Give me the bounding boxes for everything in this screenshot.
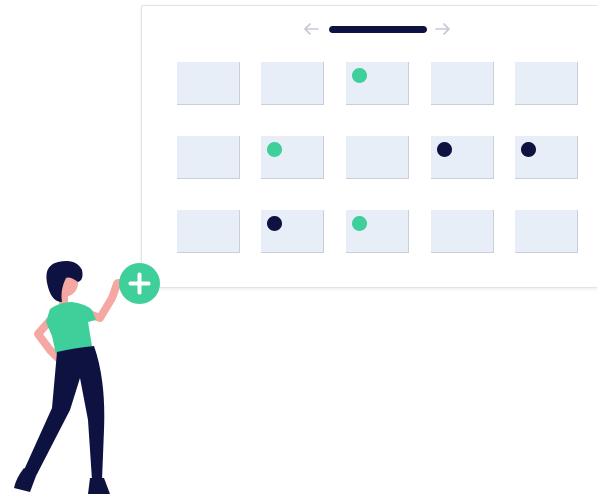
calendar-cell[interactable] <box>346 136 409 179</box>
event-dot-navy <box>267 216 282 231</box>
calendar-cell[interactable] <box>431 136 494 179</box>
plus-icon <box>128 272 151 295</box>
event-dot-green <box>267 142 282 157</box>
calendar-cell[interactable] <box>261 136 324 179</box>
event-dot-green <box>352 216 367 231</box>
calendar-cell[interactable] <box>261 210 324 253</box>
event-dot-navy <box>521 142 536 157</box>
calendar-cell[interactable] <box>431 62 494 105</box>
prev-arrow-icon[interactable] <box>302 21 320 37</box>
add-event-button[interactable] <box>119 263 160 304</box>
calendar-cell[interactable] <box>346 210 409 253</box>
calendar-cell[interactable] <box>261 62 324 105</box>
event-dot-green <box>352 68 367 83</box>
calendar-cell[interactable] <box>515 210 578 253</box>
calendar-cell[interactable] <box>515 62 578 105</box>
calendar-cell[interactable] <box>346 62 409 105</box>
next-arrow-icon[interactable] <box>434 21 452 37</box>
illustration <box>0 0 597 494</box>
person-figure <box>14 261 123 494</box>
month-title-bar <box>329 26 427 33</box>
event-dot-navy <box>437 142 452 157</box>
calendar-cell[interactable] <box>515 136 578 179</box>
calendar-cell[interactable] <box>431 210 494 253</box>
